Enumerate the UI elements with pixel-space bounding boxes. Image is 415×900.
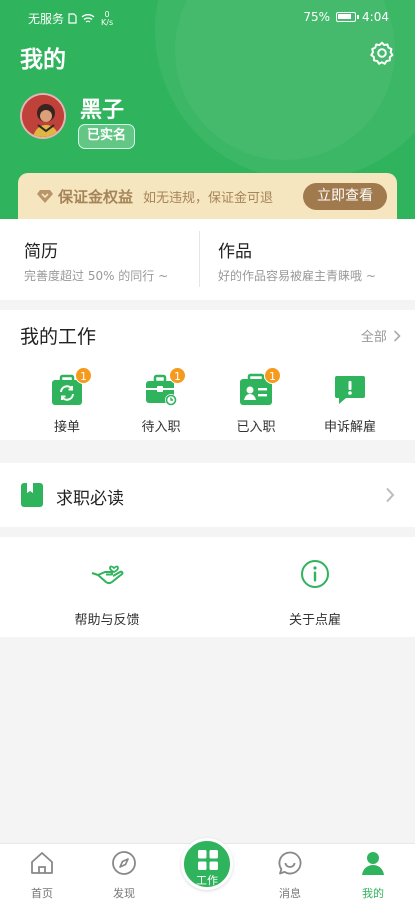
work-item-employed[interactable]: 1 已入职 (216, 367, 296, 435)
tab-label: 我的 (362, 887, 384, 900)
work-item-label: 接单 (53, 420, 80, 435)
divider (199, 231, 200, 287)
resume-entry[interactable]: 简历 完善度超过 50% 的同行 ~ (24, 219, 199, 300)
resume-subtitle: 完善度超过 50% 的同行 ~ (24, 269, 169, 283)
sim-icon (68, 13, 77, 24)
compass-icon (112, 851, 136, 875)
my-work-card: 我的工作 全部 1 接单 1 待入职 1 已入职 申诉解雇 (0, 310, 415, 440)
person-icon (362, 852, 384, 875)
my-work-title: 我的工作 (20, 326, 97, 348)
works-subtitle: 好的作品容易被雇主青睐哦 ~ (218, 269, 376, 283)
about-label: 关于点雇 (288, 613, 341, 628)
help-card: 帮助与反馈 关于点雇 (0, 537, 415, 637)
wifi-icon (81, 14, 95, 23)
tab-work[interactable]: 工作 (181, 838, 233, 890)
username: 黑子 (80, 98, 125, 123)
tab-label: 发现 (113, 887, 135, 900)
resume-title: 简历 (24, 242, 58, 262)
grid-icon (198, 850, 218, 870)
work-item-appeal[interactable]: 申诉解雇 (310, 373, 390, 435)
resume-works-card: 简历 完善度超过 50% 的同行 ~ 作品 好的作品容易被雇主青睐哦 ~ (0, 219, 415, 300)
book-icon (21, 483, 43, 507)
battery-percent: 75% (303, 10, 331, 24)
works-entry[interactable]: 作品 好的作品容易被雇主青睐哦 ~ (218, 219, 408, 300)
work-item-orders[interactable]: 1 接单 (27, 367, 107, 435)
help-feedback-item[interactable]: 帮助与反馈 (47, 559, 167, 628)
help-hand-icon (91, 565, 124, 585)
view-now-button[interactable]: 立即查看 (303, 183, 387, 210)
verified-badge: 已实名 (78, 124, 136, 149)
works-title: 作品 (218, 242, 252, 262)
tab-label: 消息 (279, 887, 301, 900)
job-guide-row[interactable]: 求职必读 (0, 463, 415, 527)
settings-gear-icon[interactable] (369, 40, 395, 66)
tab-me[interactable]: 我的 (343, 850, 403, 900)
carrier-text: 无服务 (28, 12, 65, 26)
work-item-label: 已入职 (236, 420, 276, 435)
deposit-text: 如无违规，保证金可退 (143, 190, 274, 206)
battery-icon (336, 12, 360, 22)
tab-label: 首页 (31, 887, 53, 900)
status-bar: 无服务 0 K/s 75% 4:04 (0, 8, 415, 28)
order-badge: 1 (75, 367, 92, 384)
job-guide-label: 求职必读 (56, 489, 124, 509)
tab-messages[interactable]: 消息 (260, 850, 320, 900)
page-title: 我的 (20, 47, 66, 73)
view-all-link[interactable]: 全部 (361, 326, 401, 345)
message-icon (278, 851, 302, 875)
net-speed: 0 K/s (101, 9, 114, 27)
work-item-label: 申诉解雇 (323, 420, 376, 435)
employed-badge: 1 (264, 367, 281, 384)
deposit-banner[interactable]: 保证金权益 如无违规，保证金可退 立即查看 (18, 173, 397, 219)
diamond-icon (37, 190, 53, 203)
info-icon (301, 560, 329, 588)
help-feedback-label: 帮助与反馈 (74, 613, 140, 628)
pending-badge: 1 (169, 367, 186, 384)
chevron-right-icon (386, 487, 395, 503)
tab-discover[interactable]: 发现 (94, 850, 154, 900)
tab-label: 工作 (196, 874, 218, 887)
home-icon (31, 852, 53, 874)
clock: 4:04 (362, 10, 389, 24)
tab-home[interactable]: 首页 (12, 850, 72, 900)
appeal-icon (335, 376, 365, 404)
about-item[interactable]: 关于点雇 (255, 559, 375, 628)
work-item-pending[interactable]: 1 待入职 (121, 367, 201, 435)
avatar[interactable] (20, 93, 66, 139)
work-item-label: 待入职 (141, 420, 181, 435)
deposit-title: 保证金权益 (58, 187, 134, 206)
chevron-right-icon (393, 330, 401, 342)
